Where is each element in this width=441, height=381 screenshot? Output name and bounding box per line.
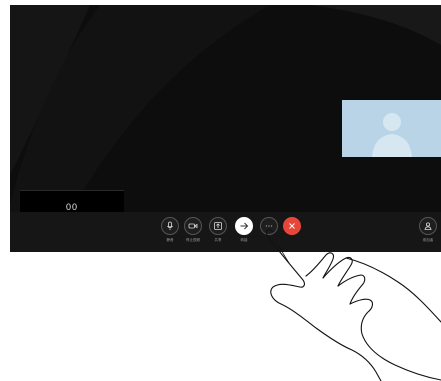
pointing-hand-illustration [265, 229, 441, 381]
